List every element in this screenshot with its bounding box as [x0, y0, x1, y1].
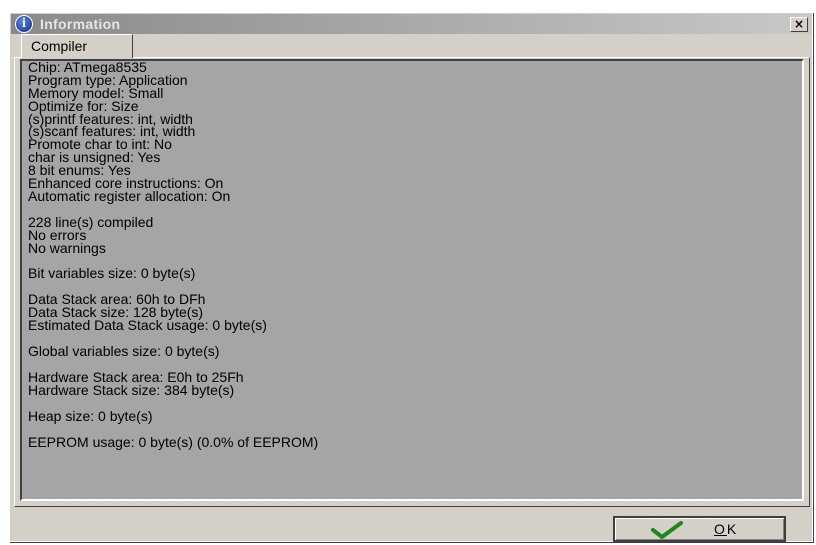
output-line: EEPROM usage: 0 byte(s) (0.0% of EEPROM)	[28, 433, 319, 450]
close-button[interactable]: ×	[790, 17, 808, 32]
ok-button[interactable]: OK	[613, 516, 786, 542]
info-icon	[15, 15, 33, 33]
information-dialog: Information × Compiler Chip: ATmega8535P…	[9, 12, 813, 542]
output-line: Automatic register allocation: On	[28, 187, 231, 204]
compiler-output[interactable]: Chip: ATmega8535 Program type: Applicatio…	[20, 59, 804, 501]
output-line: Estimated Data Stack usage: 0 byte(s)	[28, 317, 267, 334]
output-line: Heap size: 0 byte(s)	[28, 407, 153, 424]
window-title: Information	[40, 16, 121, 32]
output-line: Hardware Stack size: 384 byte(s)	[28, 381, 235, 398]
output-line: No errors	[28, 226, 87, 243]
output-line: No warnings	[28, 239, 106, 256]
output-line: Global variables size: 0 byte(s)	[28, 343, 220, 360]
checkmark-icon	[651, 521, 683, 539]
output-line: char is unsigned: Yes	[28, 149, 161, 166]
output-line: 228 line(s) compiled	[28, 213, 154, 230]
title-bar[interactable]: Information ×	[11, 14, 811, 34]
ok-button-label: OK	[714, 521, 739, 537]
tab-compiler[interactable]: Compiler	[21, 34, 133, 58]
output-line: Memory model: Small	[28, 84, 164, 101]
output-line: Bit variables size: 0 byte(s)	[28, 265, 196, 282]
